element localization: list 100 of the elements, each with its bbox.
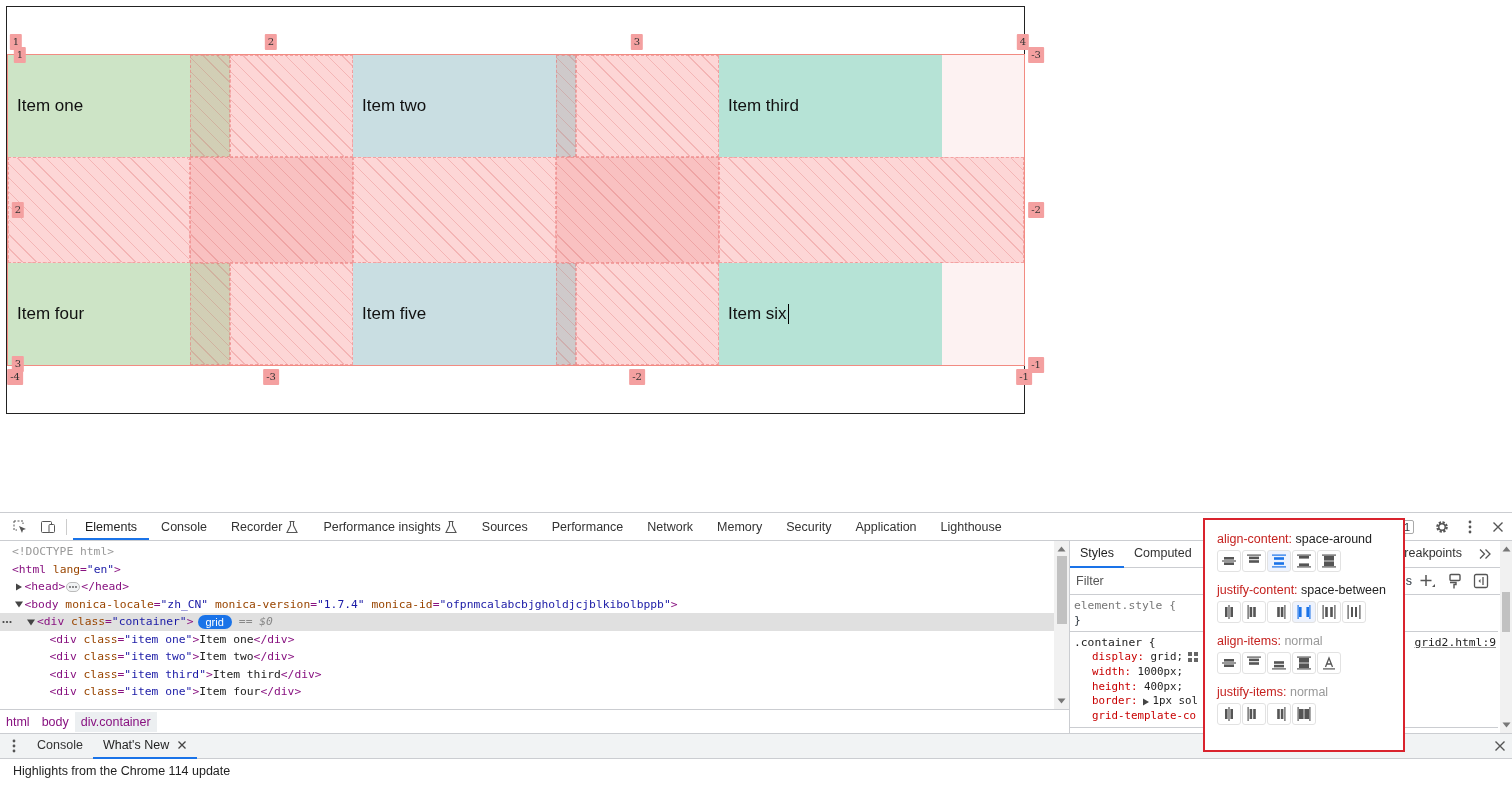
- vertical-scrollbar[interactable]: [1054, 541, 1069, 709]
- panel-tab[interactable]: Performance: [539, 513, 636, 540]
- css-value: 1px sol: [1152, 694, 1199, 710]
- collapse-arrow-icon[interactable]: [13, 599, 24, 610]
- grid-item: Item two: [353, 55, 556, 157]
- alignment-option-button[interactable]: [1217, 652, 1241, 674]
- alignment-option-button[interactable]: [1317, 601, 1341, 623]
- scroll-up-icon[interactable]: [1501, 546, 1511, 552]
- grid-editor-icon[interactable]: [1187, 651, 1200, 664]
- inspect-icon[interactable]: [12, 518, 28, 535]
- grid-line-number: 2: [264, 34, 278, 50]
- settings-icon[interactable]: [1434, 518, 1450, 535]
- alignment-option-button[interactable]: [1267, 550, 1291, 572]
- alignment-option-button[interactable]: [1217, 703, 1241, 725]
- alignment-option-button[interactable]: [1242, 550, 1266, 572]
- css-declaration: border:: [1092, 694, 1138, 710]
- sidebar-toggle-icon[interactable]: [1473, 573, 1489, 589]
- dom-tree-row[interactable]: <head> </head>: [0, 578, 1054, 596]
- alignment-option-button[interactable]: [1292, 550, 1316, 572]
- alignment-option-button[interactable]: [1217, 601, 1241, 623]
- alignment-option-button[interactable]: [1267, 652, 1291, 674]
- css-brace: }: [1074, 613, 1082, 628]
- close-icon[interactable]: [1493, 739, 1507, 753]
- grid-badge[interactable]: grid: [197, 614, 232, 629]
- vertical-scrollbar[interactable]: [1500, 541, 1512, 733]
- grid-line-number: 2: [11, 202, 25, 218]
- dom-node-text: <div class="item one">Item one</div>: [49, 632, 295, 646]
- more-actions-icon[interactable]: [2, 620, 12, 624]
- css-declaration: grid-template-co: [1092, 709, 1196, 724]
- alignment-icon: [1296, 655, 1312, 671]
- alignment-option-button[interactable]: [1292, 652, 1316, 674]
- alignment-icon: [1271, 553, 1287, 569]
- css-declaration: width: 1000px;: [1092, 664, 1184, 680]
- alignment-option-button[interactable]: [1267, 601, 1291, 623]
- alignment-option-button[interactable]: [1292, 703, 1316, 725]
- sidebar-tab[interactable]: Styles: [1070, 540, 1125, 568]
- grid-item: Item five: [353, 263, 556, 365]
- device-toolbar-icon[interactable]: [40, 518, 56, 535]
- grid-line-number: -3: [1028, 47, 1044, 63]
- panel-tab[interactable]: Application: [843, 513, 929, 540]
- more-tabs-icon[interactable]: [1478, 548, 1492, 560]
- expand-arrow-icon[interactable]: [13, 581, 24, 592]
- toolbar-toggle[interactable]: s: [1405, 574, 1412, 588]
- grid-line-number: -2: [629, 369, 645, 385]
- css-selector: .container {: [1074, 635, 1156, 650]
- dom-node-text: <div class="item third">Item third</div>: [49, 667, 322, 681]
- paint-roller-icon[interactable]: [1447, 573, 1463, 589]
- alignment-icon: [1321, 604, 1337, 620]
- breadcrumb-item[interactable]: body: [35, 711, 75, 732]
- alignment-option-button[interactable]: [1242, 601, 1266, 623]
- collapsed-content-icon[interactable]: [66, 581, 81, 592]
- panel-tab[interactable]: Sources: [469, 513, 540, 540]
- grid-line-number: -2: [1028, 202, 1044, 218]
- scroll-down-icon[interactable]: [1501, 722, 1511, 728]
- alignment-option-button[interactable]: [1342, 601, 1366, 623]
- panel-tab[interactable]: Console: [149, 513, 219, 540]
- breadcrumb-item[interactable]: html: [0, 711, 36, 732]
- panel-tab[interactable]: Network: [635, 513, 706, 540]
- alignment-option-button[interactable]: [1317, 652, 1341, 674]
- panel-tab[interactable]: Elements: [73, 513, 150, 540]
- grid-item: Item six: [719, 263, 942, 365]
- alignment-icon: [1346, 604, 1362, 620]
- dom-tree-row[interactable]: <body monica-locale="zh_CN" monica-version="1.7.4" monica-id="ofpnmcalabcbjgholdjcjblkibolbppb">: [0, 595, 1054, 613]
- scrollbar-thumb[interactable]: [1056, 556, 1067, 624]
- grid-line-number: 1: [13, 47, 27, 63]
- sidebar-tab[interactable]: reakpoints: [1394, 540, 1472, 568]
- alignment-icon: [1296, 604, 1312, 620]
- drawer-tab[interactable]: What's New: [92, 733, 198, 759]
- scrollbar-thumb[interactable]: [1502, 592, 1510, 632]
- alignment-option-button[interactable]: [1242, 703, 1266, 725]
- panel-tab[interactable]: Memory: [705, 513, 775, 540]
- alignment-icon: [1296, 706, 1312, 722]
- sidebar-tab[interactable]: Computed: [1124, 540, 1202, 568]
- scroll-up-icon[interactable]: [1057, 546, 1066, 552]
- alignment-option-button[interactable]: [1317, 550, 1341, 572]
- grid-line-number: -3: [263, 369, 279, 385]
- panel-tab[interactable]: Lighthouse: [928, 513, 1014, 540]
- source-link[interactable]: grid2.html:9: [1414, 635, 1496, 650]
- breadcrumb-item[interactable]: div.container: [74, 711, 157, 732]
- property-label: align-content: space-around: [1217, 532, 1373, 546]
- alignment-icon: [1321, 553, 1337, 569]
- dom-node-text: <div class="item one">Item four</div>: [49, 685, 302, 699]
- scroll-down-icon[interactable]: [1057, 698, 1066, 704]
- panel-tab[interactable]: Recorder: [219, 513, 312, 540]
- panel-tab[interactable]: Security: [774, 513, 844, 540]
- alignment-option-button[interactable]: [1292, 601, 1316, 623]
- alignment-option-button[interactable]: [1242, 652, 1266, 674]
- close-icon[interactable]: [177, 740, 188, 750]
- dom-tree-row[interactable]: <html lang="en">: [0, 560, 1054, 578]
- drawer-tab[interactable]: Console: [27, 733, 93, 759]
- dom-tree-row[interactable]: <div class="item two">Item two</div>: [0, 648, 1054, 666]
- dom-tree-row[interactable]: <div class="container"> grid == $0: [0, 613, 1054, 631]
- new-rule-icon[interactable]: [1419, 573, 1437, 589]
- dom-tree-row[interactable]: <div class="item third">Item third</div>: [0, 665, 1054, 683]
- alignment-option-button[interactable]: [1217, 550, 1241, 572]
- dom-tree-row[interactable]: <div class="item one">Item four</div>: [0, 683, 1054, 701]
- panel-tab[interactable]: Performance insights: [311, 513, 470, 540]
- alignment-option-button[interactable]: [1267, 703, 1291, 725]
- expand-arrow-icon[interactable]: [1141, 696, 1150, 707]
- dom-tree-row[interactable]: <div class="item one">Item one</div>: [0, 630, 1054, 648]
